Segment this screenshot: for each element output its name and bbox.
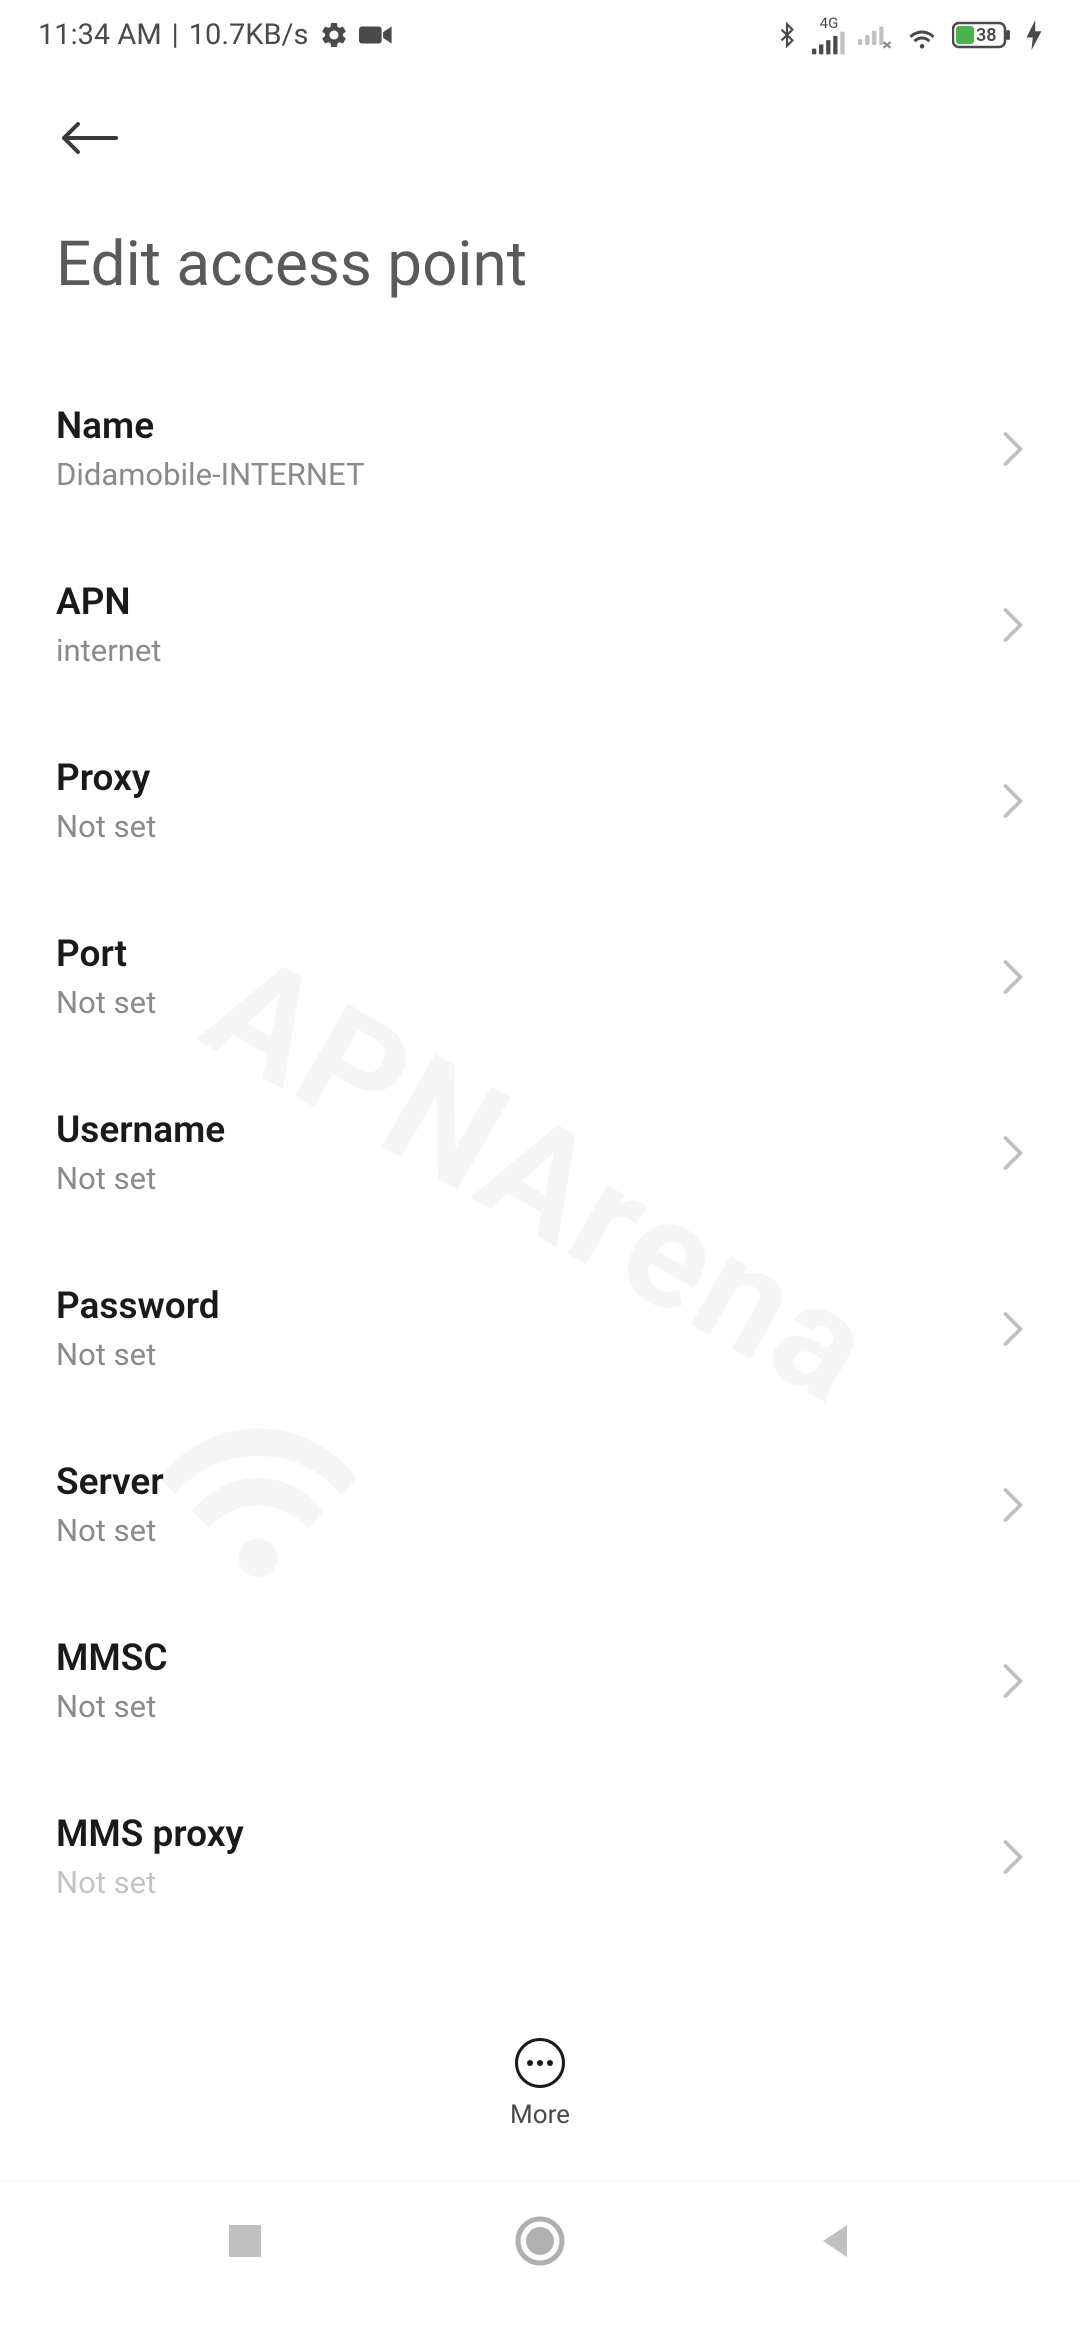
setting-value: Not set: [56, 1688, 168, 1725]
wifi-icon: [904, 21, 940, 49]
setting-value: Not set: [56, 1336, 220, 1373]
setting-name[interactable]: Name Didamobile-INTERNET: [56, 361, 1024, 537]
setting-label: Password: [56, 1285, 220, 1328]
chevron-right-icon: [1002, 1839, 1024, 1875]
charging-icon: [1026, 20, 1042, 50]
status-speed: 10.7KB/s: [189, 18, 309, 52]
setting-password[interactable]: Password Not set: [56, 1241, 1024, 1417]
status-right: 4G 38: [774, 16, 1042, 55]
more-label: More: [510, 2100, 570, 2130]
setting-username[interactable]: Username Not set: [56, 1065, 1024, 1241]
setting-mmsc[interactable]: MMSC Not set: [56, 1593, 1024, 1769]
setting-mms-proxy[interactable]: MMS proxy Not set: [56, 1769, 1024, 1901]
setting-label: APN: [56, 581, 161, 624]
setting-value: Not set: [56, 808, 156, 845]
setting-value: Not set: [56, 1160, 225, 1197]
setting-value: Didamobile-INTERNET: [56, 456, 364, 493]
setting-apn[interactable]: APN internet: [56, 537, 1024, 713]
setting-value: Not set: [56, 1512, 164, 1549]
page-header: Edit access point: [0, 70, 1080, 321]
setting-label: MMS proxy: [56, 1813, 244, 1856]
back-button[interactable]: [56, 118, 124, 158]
setting-proxy[interactable]: Proxy Not set: [56, 713, 1024, 889]
battery-icon: 38: [952, 20, 1014, 50]
status-left: 11:34 AM | 10.7KB/s: [38, 18, 393, 52]
setting-label: Server: [56, 1461, 164, 1504]
setting-label: Port: [56, 933, 156, 976]
bluetooth-icon: [774, 19, 800, 51]
setting-value: Not set: [56, 984, 156, 1021]
chevron-right-icon: [1002, 1663, 1024, 1699]
chevron-right-icon: [1002, 1311, 1024, 1347]
setting-server[interactable]: Server Not set: [56, 1417, 1024, 1593]
nav-home-button[interactable]: [514, 2215, 566, 2267]
camera-icon: [359, 23, 393, 47]
gear-icon: [319, 20, 349, 50]
setting-value: Not set: [56, 1864, 244, 1901]
setting-label: MMSC: [56, 1637, 168, 1680]
nav-recents-button[interactable]: [225, 2221, 265, 2261]
chevron-right-icon: [1002, 959, 1024, 995]
setting-label: Proxy: [56, 757, 156, 800]
more-button[interactable]: More: [0, 2018, 1080, 2160]
chevron-right-icon: [1002, 431, 1024, 467]
signal-4g-icon: 4G: [812, 16, 846, 55]
setting-label: Username: [56, 1109, 225, 1152]
chevron-right-icon: [1002, 607, 1024, 643]
settings-list: Name Didamobile-INTERNET APN internet Pr…: [0, 321, 1080, 1901]
navigation-bar: [0, 2180, 1080, 2340]
status-bar: 11:34 AM | 10.7KB/s 4G 38: [0, 0, 1080, 70]
status-time: 11:34 AM: [38, 18, 162, 52]
signal-no-sim-icon: [858, 21, 892, 49]
setting-label: Name: [56, 405, 364, 448]
chevron-right-icon: [1002, 1487, 1024, 1523]
chevron-right-icon: [1002, 783, 1024, 819]
setting-value: internet: [56, 632, 161, 669]
nav-back-button[interactable]: [815, 2221, 855, 2261]
setting-port[interactable]: Port Not set: [56, 889, 1024, 1065]
page-title: Edit access point: [56, 228, 1024, 301]
chevron-right-icon: [1002, 1135, 1024, 1171]
more-icon: [515, 2038, 565, 2088]
